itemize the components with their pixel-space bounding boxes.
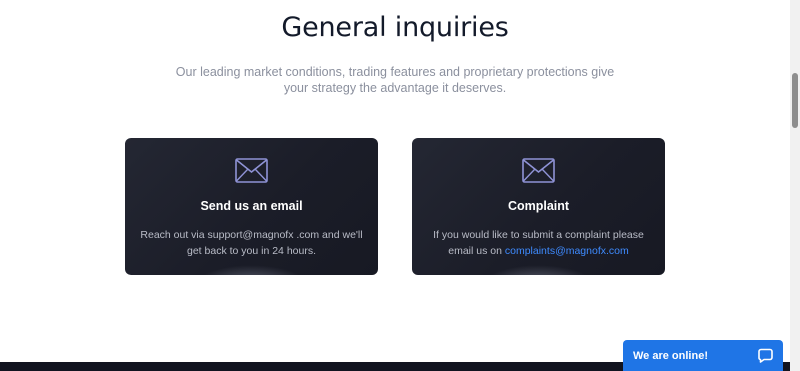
- email-card-title: Send us an email: [200, 199, 303, 213]
- card-glow: [482, 265, 595, 275]
- complaint-card: Complaint If you would like to submit a …: [412, 138, 665, 275]
- email-card: Send us an email Reach out via support@m…: [125, 138, 378, 275]
- chat-widget-button[interactable]: We are online!: [623, 340, 783, 371]
- page-subtitle: Our leading market conditions, trading f…: [175, 65, 615, 95]
- page-scrollbar[interactable]: [790, 0, 800, 371]
- complaints-email-link[interactable]: complaints@magnofx.com: [505, 245, 629, 257]
- complaint-card-text: If you would like to submit a complaint …: [426, 228, 651, 259]
- envelope-icon: [522, 158, 555, 183]
- envelope-icon: [235, 158, 268, 183]
- complaint-card-title: Complaint: [507, 199, 570, 213]
- chat-widget-label: We are online!: [633, 350, 708, 362]
- email-card-text: Reach out via support@magnofx .com and w…: [140, 229, 363, 257]
- page-title: General inquiries: [281, 12, 509, 43]
- scrollbar-thumb[interactable]: [792, 73, 798, 128]
- page-content: General inquiries Our leading market con…: [0, 0, 790, 371]
- card-glow: [195, 265, 308, 275]
- chat-bubble-icon: [758, 348, 773, 363]
